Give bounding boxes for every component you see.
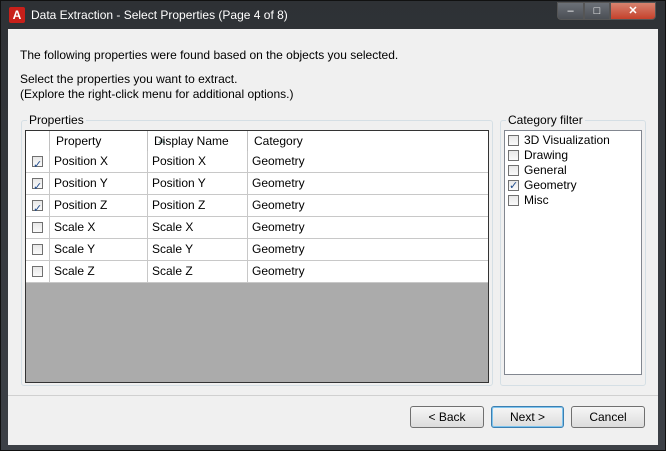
cancel-button[interactable]: Cancel	[571, 406, 645, 428]
row-checkbox-cell	[26, 217, 50, 238]
category-filter-label: Category filter	[506, 113, 585, 127]
category-label: Drawing	[524, 148, 569, 162]
table-row[interactable]: Position ZPosition Z Geometry	[26, 195, 488, 219]
row-checkbox[interactable]	[32, 176, 43, 197]
autocad-app-icon: A	[9, 7, 25, 23]
property-cell: Position Y	[50, 173, 148, 194]
display-name-cell[interactable]: Position Z	[148, 195, 248, 216]
dialog-body: The following properties were found base…	[8, 29, 658, 445]
properties-grid[interactable]: Property Display Name Category Position …	[25, 130, 489, 383]
category-checkbox[interactable]	[508, 135, 519, 146]
back-button[interactable]: < Back	[410, 406, 484, 428]
maximize-button[interactable]: □	[584, 2, 610, 20]
intro-text: The following properties were found base…	[20, 48, 399, 62]
display-name-cell[interactable]: Position X	[148, 151, 248, 172]
category-filter-list[interactable]: 3D VisualizationDrawingGeneralGeometryMi…	[504, 130, 642, 375]
instruction-line-2: (Explore the right-click menu for additi…	[20, 87, 294, 101]
category-label: Geometry	[524, 178, 577, 192]
category-cell: Geometry	[252, 176, 305, 190]
display-name-cell[interactable]: Position Y	[148, 173, 248, 194]
table-row[interactable]: Scale Z Scale Z Geometry	[26, 261, 488, 283]
window-title: Data Extraction - Select Properties (Pag…	[31, 8, 288, 22]
display-name-cell[interactable]: Scale X	[148, 217, 248, 238]
category-cell: Geometry	[252, 264, 305, 278]
row-checkbox-cell	[26, 151, 50, 175]
grid-header: Property Display Name Category	[26, 131, 488, 152]
table-row[interactable]: Position YPosition Y Geometry	[26, 173, 488, 197]
row-checkbox[interactable]	[32, 222, 43, 233]
category-cell: Geometry	[252, 198, 305, 212]
header-category[interactable]: Category	[248, 131, 488, 151]
close-button[interactable]: ✕	[610, 2, 656, 20]
property-cell: Scale Y	[50, 239, 148, 260]
header-checkbox-column[interactable]	[26, 131, 50, 151]
property-cell: Position Z	[50, 195, 148, 216]
category-cell: Geometry	[252, 242, 305, 256]
property-cell: Position X	[50, 151, 148, 172]
table-row[interactable]: Scale Y Scale Y Geometry	[26, 239, 488, 261]
category-label: 3D Visualization	[524, 133, 610, 147]
header-property-label: Property	[56, 134, 102, 148]
row-checkbox[interactable]	[32, 154, 43, 175]
instruction-line-1: Select the properties you want to extrac…	[20, 72, 238, 86]
category-cell: Geometry	[252, 154, 305, 168]
row-checkbox[interactable]	[32, 198, 43, 219]
category-cell: Geometry	[252, 220, 305, 234]
next-button[interactable]: Next >	[491, 406, 564, 428]
row-checkbox-cell	[26, 195, 50, 219]
row-checkbox[interactable]	[32, 266, 43, 277]
property-cell: Scale Z	[50, 261, 148, 282]
row-checkbox-cell	[26, 173, 50, 197]
table-row[interactable]: Position XPosition X Geometry	[26, 151, 488, 175]
category-label: Misc	[524, 193, 549, 207]
display-name-cell[interactable]: Scale Z	[148, 261, 248, 282]
title-bar[interactable]: A Data Extraction - Select Properties (P…	[1, 1, 665, 29]
row-checkbox-cell	[26, 239, 50, 260]
property-cell: Scale X	[50, 217, 148, 238]
category-checkbox[interactable]	[508, 150, 519, 161]
footer-divider	[8, 395, 658, 396]
minimize-button[interactable]: –	[557, 2, 584, 20]
display-name-cell[interactable]: Scale Y	[148, 239, 248, 260]
table-row[interactable]: Scale X Scale X Geometry	[26, 217, 488, 239]
dialog-window: A Data Extraction - Select Properties (P…	[0, 0, 666, 451]
header-display-name[interactable]: Display Name	[148, 131, 248, 151]
row-checkbox-cell	[26, 261, 50, 282]
category-checkbox[interactable]	[508, 165, 519, 176]
header-property[interactable]: Property	[50, 131, 166, 151]
category-checkbox[interactable]	[508, 178, 519, 193]
category-label: General	[524, 163, 567, 177]
row-checkbox[interactable]	[32, 244, 43, 255]
properties-group-label: Properties	[27, 113, 86, 127]
category-checkbox[interactable]	[508, 195, 519, 206]
